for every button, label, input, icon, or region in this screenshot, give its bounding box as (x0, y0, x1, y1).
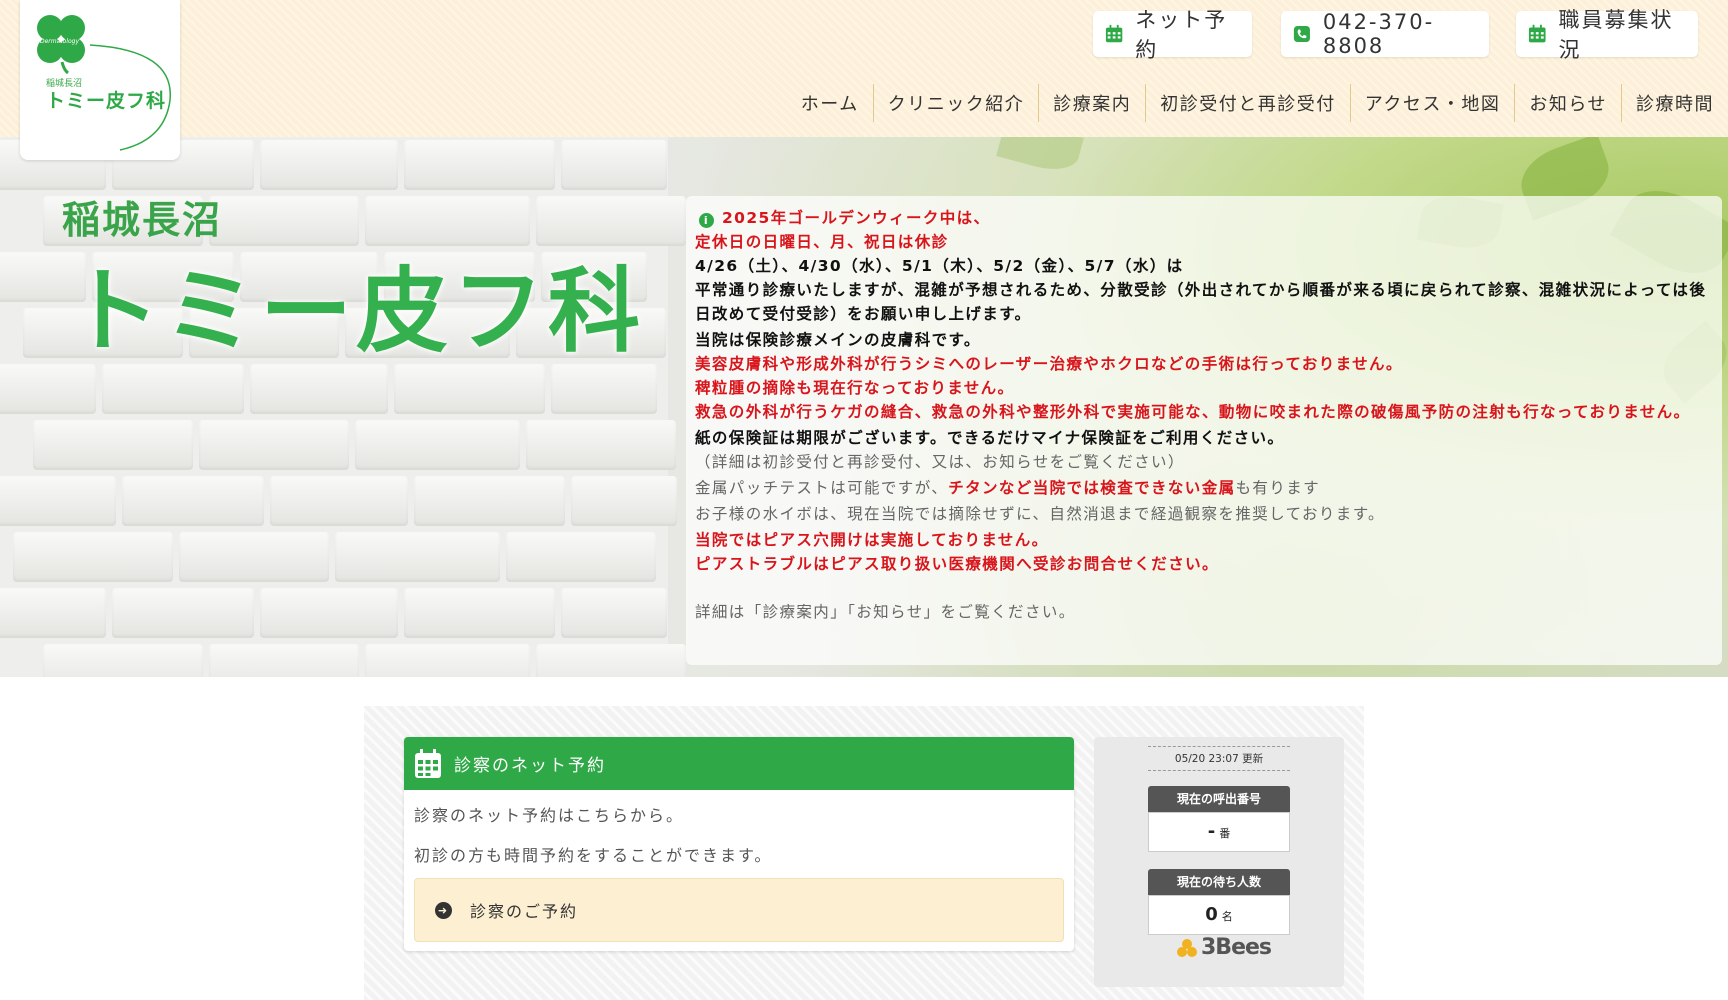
reservation-card-title: 診察のネット予約 (454, 756, 606, 776)
phone-button[interactable]: 042-370-8808 (1281, 10, 1489, 58)
calendar-icon (1528, 24, 1546, 43)
notice-patch-test-b: チタンなど当院では検査できない金属 (948, 479, 1236, 497)
reservation-line1: 診察のネット予約はこちらから。 (414, 806, 685, 825)
calendar-icon (415, 748, 441, 778)
notice-no-milia: 稗粒腫の摘除も現在行なっておりません。 (695, 379, 1015, 397)
nav-home[interactable]: ホーム (787, 84, 873, 122)
notice-gw-closed: 定休日の日曜日、月、祝日は休診 (695, 233, 949, 251)
notice-gw-dates: 4/26（土）、4/30（水）、5/1（木）、5/2（金）、5/7（水）は (695, 257, 1184, 275)
waiting-count-box: 0名 (1148, 895, 1290, 935)
make-reservation-button[interactable]: ➜ 診察のご予約 (414, 878, 1064, 942)
notice-see-details: 詳細は「診療案内」「お知らせ」をご覧ください。 (695, 603, 1076, 621)
nav-clinic[interactable]: クリニック紹介 (872, 84, 1039, 122)
notice-patch-test-a: 金属パッチテストは可能ですが、 (695, 479, 949, 497)
waiting-count-unit: 名 (1221, 910, 1233, 923)
threebees-logo[interactable]: 3Bees (1176, 935, 1272, 960)
current-number-label: 現在の呼出番号 (1148, 786, 1290, 812)
make-reservation-label: 診察のご予約 (470, 902, 579, 921)
waiting-count-value: 0 (1205, 904, 1218, 925)
notice-no-emergency: 救急の外科が行うケガの縫合、救急の外科や整形外科で実施可能な、動物に咬まれた際の… (695, 403, 1691, 421)
phone-number: 042-370-8808 (1322, 10, 1435, 58)
nav-news[interactable]: お知らせ (1514, 84, 1621, 122)
reservation-line2: 初診の方も時間予約をすることができます。 (414, 846, 773, 865)
content-area: 診察のネット予約 診察のネット予約はこちらから。 初診の方も時間予約をすることが… (364, 706, 1364, 1000)
hero-logo-big: トミー皮フ科 (68, 258, 645, 365)
nav-hours[interactable]: 診療時間 (1621, 84, 1728, 122)
notice-insurance-main: 当院は保険診療メインの皮膚科です。 (695, 331, 981, 349)
arrow-right-circle-icon: ➜ (435, 901, 452, 919)
notice-insurance-card: 紙の保険証は期限がございます。できるだけマイナ保険証をご利用ください。 (695, 429, 1285, 447)
notice-panel: i 2025年ゴールデンウィーク中は、 定休日の日曜日、月、祝日は休診 4/26（… (686, 196, 1722, 665)
recruit-label: 職員募集状況 (1558, 8, 1674, 62)
reservation-card: 診察のネット予約 診察のネット予約はこちらから。 初診の方も時間予約をすることが… (404, 737, 1074, 951)
notice-patch-test: 金属パッチテストは可能ですが、チタンなど当院では検査できない金属も有ります (695, 476, 1712, 500)
notice-insurance-details: （詳細は初診受付と再診受付、又は、お知らせをご覧ください） (695, 453, 1185, 471)
hero-banner: 稲城長沼 トミー皮フ科 i 2025年ゴールデンウィーク中は、 定休日の日曜日、月… (0, 137, 1728, 677)
notice-gw-crowding: 平常通り診療いたしますが、混雑が予想されるため、分散受診（外出されてから順番が来… (695, 281, 1707, 323)
queue-widget: 05/20 23:07 更新 現在の呼出番号 -番 現在の待ち人数 0名 3Be… (1094, 737, 1344, 987)
waiting-count-label: 現在の待ち人数 (1148, 869, 1290, 895)
threebees-brand: 3Bees (1201, 935, 1272, 960)
site-header: Dermatology 稲城長沼 トミー皮フ科 ネット予約 042-370-88… (0, 0, 1728, 160)
notice-patch-test-c: も有ります (1235, 479, 1321, 497)
recruit-button[interactable]: 職員募集状況 (1516, 8, 1698, 62)
reservation-card-header: 診察のネット予約 (404, 737, 1074, 790)
info-icon: i (699, 213, 714, 228)
notice-molluscum: お子様の水イボは、現在当院では摘除せずに、自然消退まで経過観察を推奨しております… (695, 505, 1385, 523)
logo-big-text: トミー皮フ科 (46, 90, 167, 112)
nav-access[interactable]: アクセス・地図 (1349, 84, 1515, 122)
site-logo[interactable]: Dermatology 稲城長沼 トミー皮フ科 (20, 0, 180, 160)
notice-no-cosmetic: 美容皮膚科や形成外科が行うシミへのレーザー治療やホクロなどの手術は行っておりませ… (695, 355, 1403, 373)
net-reservation-button[interactable]: ネット予約 (1093, 8, 1252, 62)
hero-logo-small: 稲城長沼 (62, 198, 223, 242)
current-number-value: - (1207, 821, 1216, 842)
current-number-unit: 番 (1219, 827, 1231, 840)
queue-updated-time: 05/20 23:07 更新 (1148, 746, 1290, 771)
phone-icon (1293, 25, 1310, 43)
nav-services[interactable]: 診療案内 (1038, 84, 1145, 122)
notice-piercing-trouble: ピアストラブルはピアス取り扱い医療機関へ受診お問合せください。 (695, 555, 1219, 573)
main-nav: ホーム クリニック紹介 診療案内 初診受付と再診受付 アクセス・地図 お知らせ … (787, 84, 1728, 122)
calendar-icon (1105, 24, 1123, 43)
notice-no-piercing: 当院ではピアス穴開けは実施しておりません。 (695, 531, 1049, 549)
honeycomb-icon (1177, 938, 1197, 957)
nav-reception[interactable]: 初診受付と再診受付 (1145, 84, 1350, 122)
current-number-box: -番 (1148, 812, 1290, 852)
notice-gw-title: 2025年ゴールデンウィーク中は、 (722, 209, 991, 227)
net-reservation-label: ネット予約 (1135, 8, 1228, 62)
